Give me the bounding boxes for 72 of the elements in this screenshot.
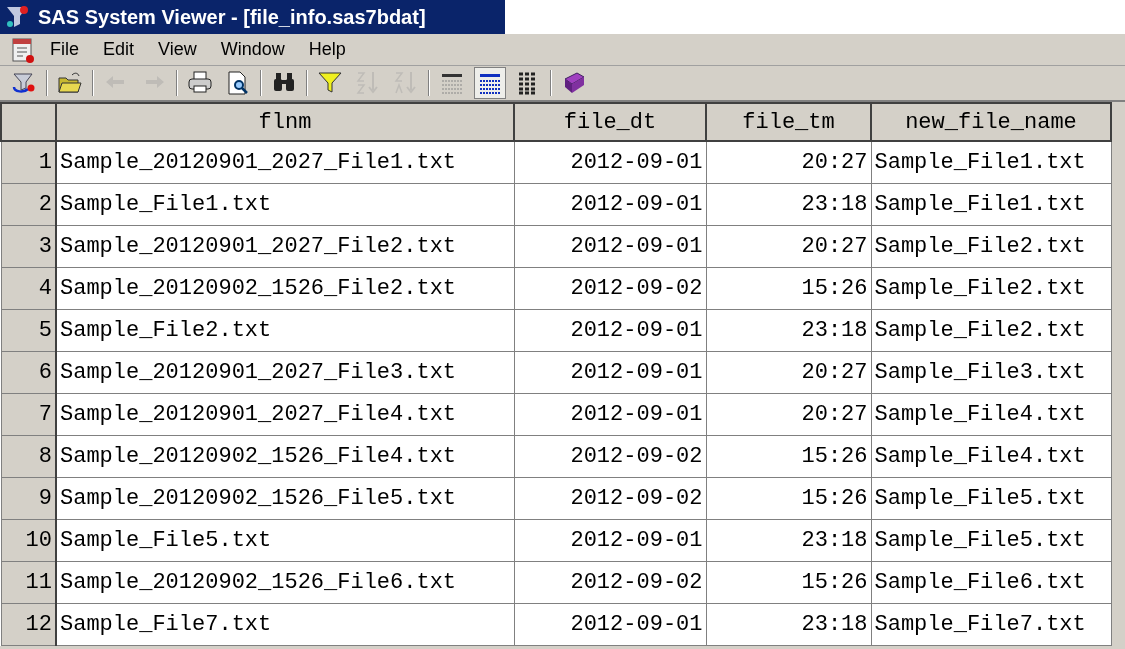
table-cell: 23:18 [706,309,871,351]
table-cell: 2012-09-01 [514,309,706,351]
row-number: 4 [1,267,56,309]
menu-item[interactable]: Window [210,36,295,63]
table-cell: Sample_File3.txt [871,351,1111,393]
row-number: 3 [1,225,56,267]
table-cell: 2012-09-02 [514,267,706,309]
table-cell: 23:18 [706,519,871,561]
app-icon [4,4,30,30]
table-cell: Sample_File5.txt [56,519,514,561]
table-cell: Sample_File5.txt [871,477,1111,519]
table-cell: 2012-09-02 [514,561,706,603]
table-cell: Sample_File1.txt [56,183,514,225]
menu-item[interactable]: Help [298,36,356,63]
table-cell: Sample_File4.txt [871,393,1111,435]
table-cell: 2012-09-02 [514,477,706,519]
row-number: 10 [1,519,56,561]
table-cell: Sample_20120902_1526_File4.txt [56,435,514,477]
table-cell: 15:26 [706,267,871,309]
row-number: 7 [1,393,56,435]
table-cell: 23:18 [706,603,871,645]
table-cell: 2012-09-01 [514,351,706,393]
table-cell: Sample_20120901_2027_File3.txt [56,351,514,393]
row-number: 11 [1,561,56,603]
toolbar-button[interactable] [474,67,506,99]
table-cell: Sample_File5.txt [871,519,1111,561]
table-cell: 20:27 [706,351,871,393]
table-cell: 2012-09-01 [514,603,706,645]
window-title: SAS System Viewer - [file_info.sas7bdat] [38,5,426,30]
table-cell: Sample_File2.txt [871,309,1111,351]
table-cell: Sample_File7.txt [871,603,1111,645]
table-cell: 2012-09-01 [514,183,706,225]
table-cell: Sample_File6.txt [871,561,1111,603]
row-number: 6 [1,351,56,393]
row-number: 5 [1,309,56,351]
table-cell: Sample_20120901_2027_File4.txt [56,393,514,435]
table-cell: Sample_20120902_1526_File2.txt [56,267,514,309]
table-cell: Sample_File2.txt [56,309,514,351]
row-number: 2 [1,183,56,225]
table-cell: 15:26 [706,561,871,603]
row-number: 8 [1,435,56,477]
table-cell: Sample_File2.txt [871,267,1111,309]
table-cell: Sample_File1.txt [871,183,1111,225]
table-cell: 15:26 [706,477,871,519]
row-number: 12 [1,603,56,645]
table-cell: Sample_20120902_1526_File5.txt [56,477,514,519]
table-cell: 2012-09-01 [514,225,706,267]
table-cell: 2012-09-02 [514,435,706,477]
table-cell: Sample_File2.txt [871,225,1111,267]
table-cell: Sample_File7.txt [56,603,514,645]
column-header[interactable]: file_dt [514,103,706,141]
table-cell: Sample_20120901_2027_File2.txt [56,225,514,267]
table-cell: Sample_20120901_2027_File1.txt [56,141,514,183]
table-cell: 20:27 [706,225,871,267]
table-cell: 23:18 [706,183,871,225]
menu-item[interactable]: Edit [93,36,145,63]
table-cell: 20:27 [706,141,871,183]
menu-item[interactable]: File [40,36,89,63]
table-cell: Sample_File4.txt [871,435,1111,477]
column-header[interactable]: flnm [56,103,514,141]
table-cell: Sample_File1.txt [871,141,1111,183]
menu-item[interactable]: View [148,36,207,63]
column-header[interactable]: new_file_name [871,103,1111,141]
table-cell: 20:27 [706,393,871,435]
column-header[interactable]: file_tm [706,103,871,141]
row-number: 1 [1,141,56,183]
table-cell: 15:26 [706,435,871,477]
row-number: 9 [1,477,56,519]
table-cell: 2012-09-01 [514,141,706,183]
table-cell: 2012-09-01 [514,519,706,561]
table-cell: Sample_20120902_1526_File6.txt [56,561,514,603]
table-cell: 2012-09-01 [514,393,706,435]
